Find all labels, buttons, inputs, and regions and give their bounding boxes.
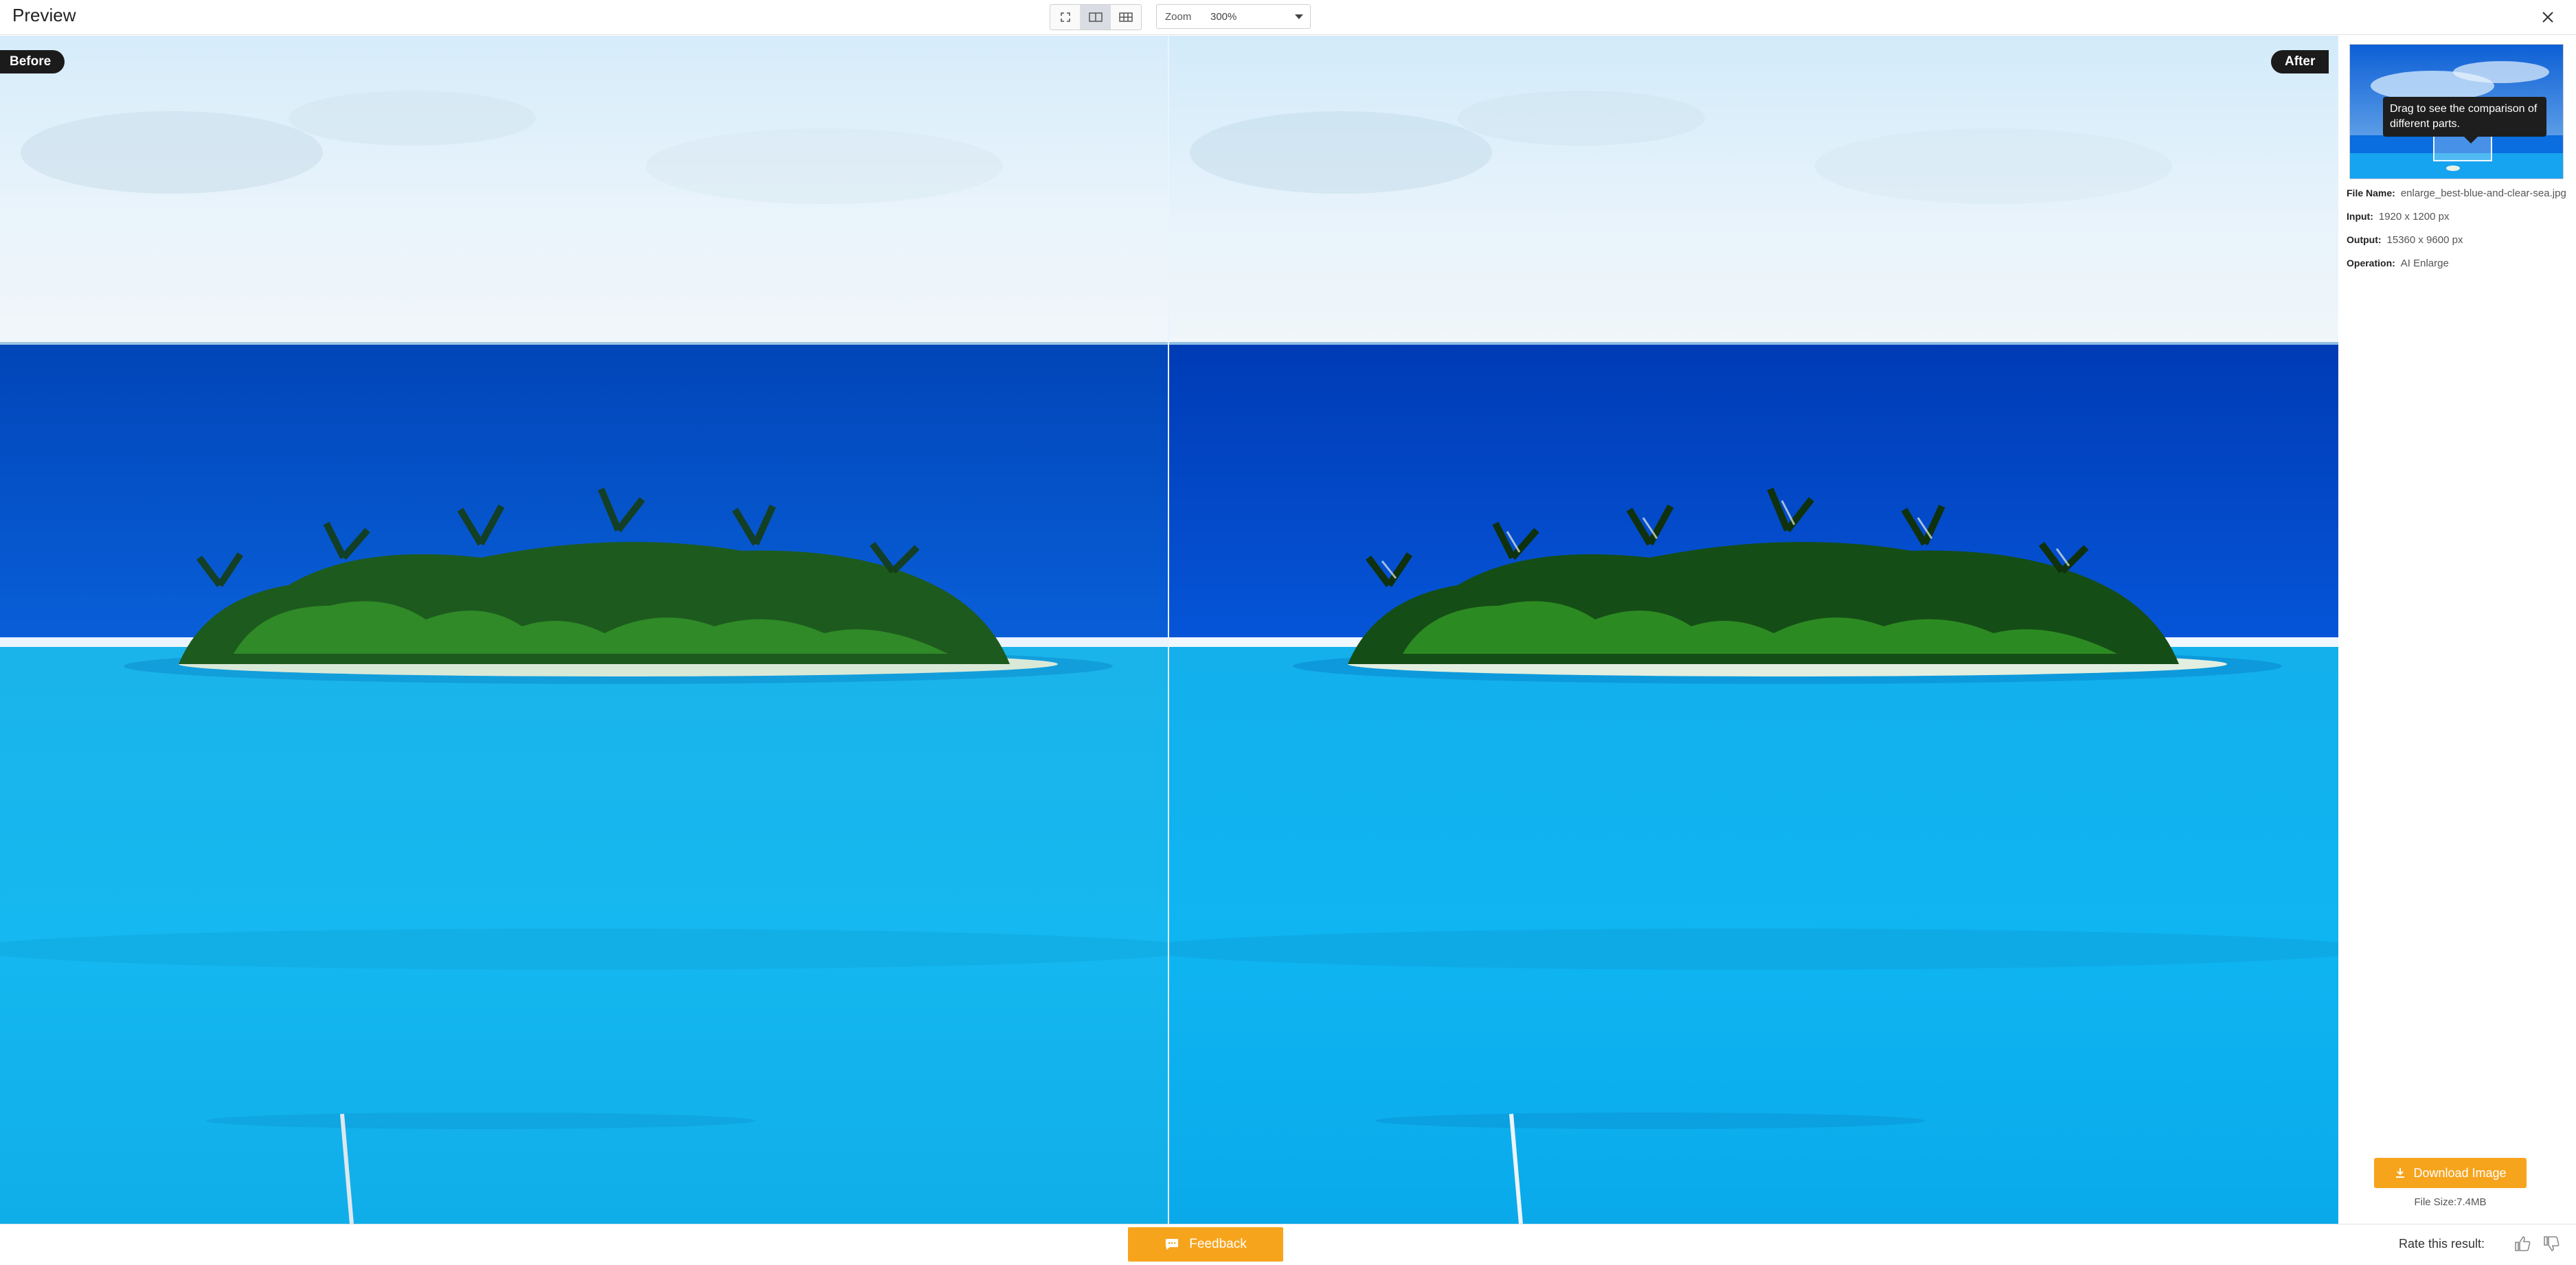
after-image — [1169, 36, 2338, 1224]
close-icon — [2542, 12, 2553, 23]
zoom-value: 300% — [1210, 11, 1237, 23]
feedback-label: Feedback — [1189, 1237, 1247, 1251]
info-operation: Operation: AI Enlarge — [2347, 258, 2449, 269]
view-mode-switcher — [1050, 4, 1142, 30]
thumbs-up-button[interactable] — [2511, 1233, 2533, 1255]
info-input: Input: 1920 x 1200 px — [2347, 211, 2450, 223]
download-icon — [2396, 1168, 2405, 1178]
side-panel: Drag to see the comparison of different … — [2338, 36, 2576, 1224]
thumbs-down-button[interactable] — [2540, 1233, 2562, 1255]
drag-tooltip: Drag to see the comparison of different … — [2383, 97, 2546, 144]
download-image-button[interactable]: Download Image — [2374, 1158, 2527, 1188]
after-image-pane[interactable] — [1169, 36, 2338, 1224]
info-output: Output: 15360 x 9600 px — [2347, 234, 2463, 246]
zoom-label: Zoom — [1165, 11, 1192, 23]
thumbs-down-icon — [2544, 1236, 2560, 1251]
chat-bubble-icon — [1166, 1239, 1179, 1250]
before-image — [0, 36, 1168, 1224]
preview-header: Preview Zoom 300% — [0, 0, 2576, 35]
before-label: Before — [0, 50, 65, 73]
view-grid-button[interactable] — [1111, 5, 1141, 30]
close-button[interactable] — [2536, 5, 2560, 29]
rate-label: Rate this result: — [2399, 1237, 2485, 1251]
view-side-by-side-button[interactable] — [1081, 5, 1111, 30]
fullscreen-icon — [1060, 12, 1070, 22]
page-title: Preview — [12, 5, 76, 25]
before-image-pane[interactable] — [0, 36, 1168, 1224]
navigator-thumbnail[interactable]: Drag to see the comparison of different … — [2349, 44, 2564, 179]
file-size: File Size:7.4MB — [2414, 1196, 2487, 1208]
thumbs-up-icon — [2515, 1236, 2531, 1251]
view-fullscreen-button[interactable] — [1050, 5, 1081, 30]
thumbnail-viewport-handle[interactable] — [2433, 133, 2492, 161]
info-file-name: File Name: enlarge_best-blue-and-clear-se… — [2347, 187, 2566, 199]
footer: Feedback Rate this result: — [0, 1224, 2576, 1265]
grid-view-icon — [1119, 12, 1133, 22]
download-label: Download Image — [2413, 1165, 2507, 1180]
zoom-select[interactable]: Zoom 300% — [1156, 4, 1311, 29]
chevron-down-icon — [1295, 14, 1303, 19]
after-label: After — [2271, 50, 2329, 73]
file-info: File Name: enlarge_best-blue-and-clear-se… — [2347, 185, 2569, 279]
split-view-icon — [1088, 12, 1103, 22]
feedback-button[interactable]: Feedback — [1128, 1227, 1283, 1262]
